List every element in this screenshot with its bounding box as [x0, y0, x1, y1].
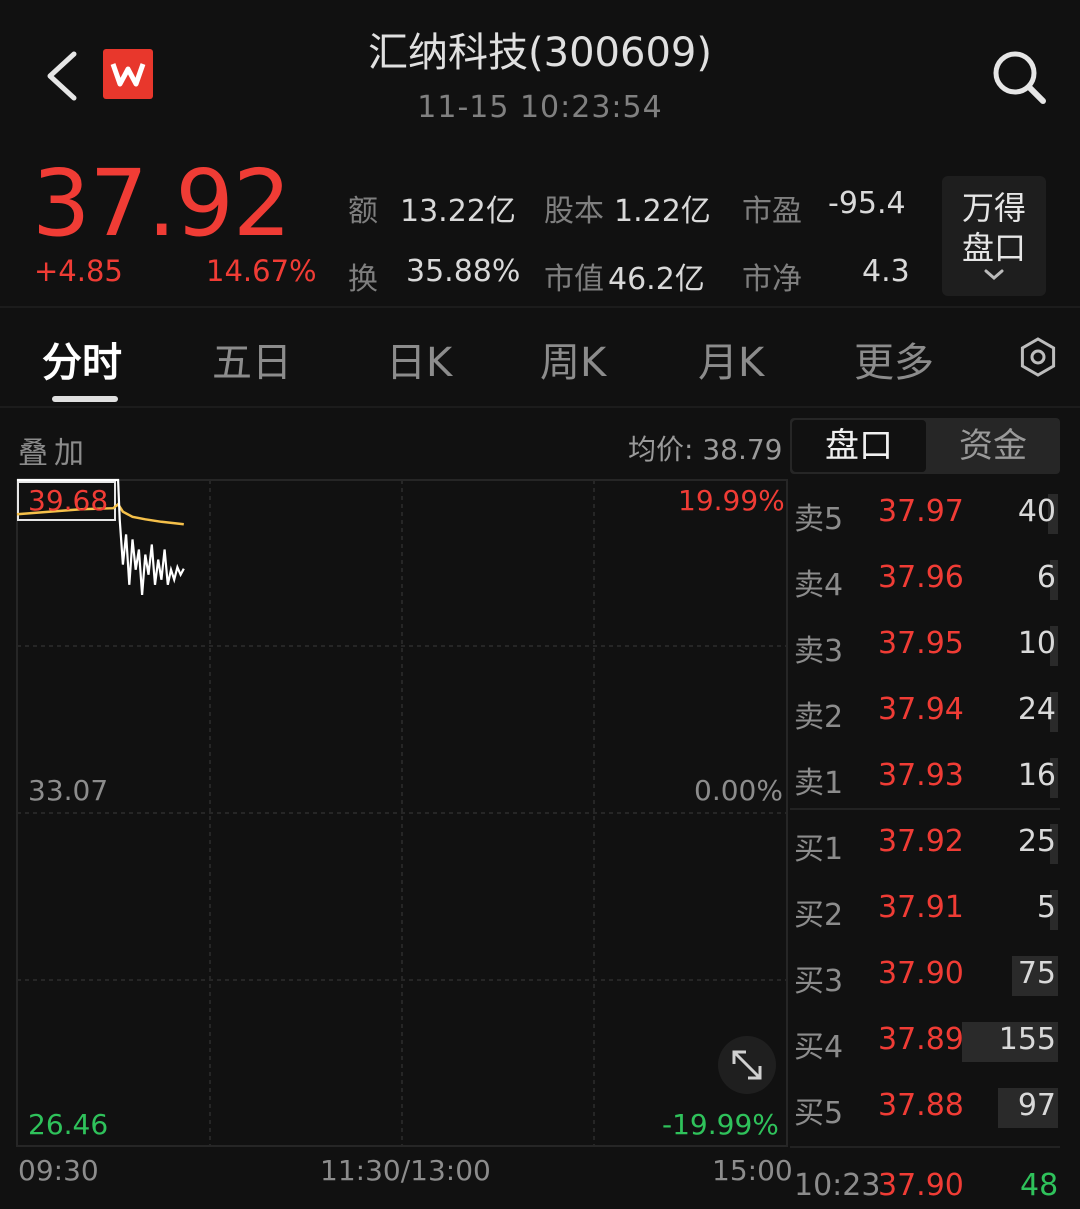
turnover-rate-value: 35.88%: [406, 254, 521, 289]
wande-orderbook-button[interactable]: 万得 盘口: [942, 176, 1046, 296]
settings-icon[interactable]: [1017, 336, 1059, 378]
turnover-rate-label: 换: [348, 262, 378, 297]
y-axis-min-pct: -19.99%: [662, 1108, 779, 1141]
orderbook-row[interactable]: 卖3 37.95 10: [790, 620, 1060, 670]
orderbook-level-label: 买2: [794, 898, 844, 933]
orderbook-row[interactable]: 卖4 37.96 6: [790, 554, 1060, 604]
price-change: +4.85: [34, 254, 123, 288]
turnover-amount-value: 13.22亿: [400, 194, 516, 229]
orderbook-volume: 97: [1017, 1088, 1056, 1123]
pe-ratio-value: -95.4: [828, 186, 906, 221]
orderbook-price: 37.93: [878, 758, 964, 793]
share-capital-value: 1.22亿: [614, 194, 711, 229]
orderbook-divider: [790, 808, 1060, 810]
y-axis-mid-pct: 0.00%: [694, 774, 783, 807]
quote-datetime: 11-15 10:23:54: [417, 90, 663, 125]
orderbook-row[interactable]: 买3 37.90 75: [790, 950, 1060, 1000]
orderbook-row[interactable]: 卖2 37.94 24: [790, 686, 1060, 736]
last-trade-price: 37.90: [878, 1168, 964, 1203]
orderbook-price: 37.89: [878, 1022, 964, 1057]
wind-logo-icon[interactable]: [103, 49, 153, 99]
tab-capital-flow[interactable]: 资金: [926, 418, 1060, 474]
wande-line1: 万得: [961, 189, 1026, 227]
orderbook-price: 37.97: [878, 494, 964, 529]
orderbook-row[interactable]: 买5 37.88 97: [790, 1082, 1060, 1132]
y-axis-max-price: 39.68: [28, 484, 109, 517]
orderbook-level-label: 买4: [794, 1030, 844, 1065]
tab-more[interactable]: 更多: [854, 330, 934, 388]
y-axis-min-price: 26.46: [28, 1108, 109, 1141]
orderbook-level-label: 卖2: [794, 700, 844, 735]
orderbook-level-label: 卖4: [794, 568, 844, 603]
active-tab-indicator: [52, 396, 118, 402]
tab-weekly-k[interactable]: 周K: [540, 330, 606, 388]
orderbook-price: 37.94: [878, 692, 964, 727]
pb-ratio-label: 市净: [742, 262, 802, 297]
orderbook-tabs: 盘口 资金: [790, 418, 1060, 474]
time-axis-mid: 11:30/13:00: [320, 1154, 491, 1187]
orderbook-volume: 5: [1036, 890, 1056, 925]
orderbook-divider: [790, 1146, 1060, 1148]
last-price: 37.92: [32, 150, 291, 257]
orderbook-level-label: 买5: [794, 1096, 844, 1131]
pe-ratio-label: 市盈: [742, 194, 802, 229]
orderbook-row[interactable]: 卖5 37.97 40: [790, 488, 1060, 538]
orderbook-volume: 25: [1017, 824, 1056, 859]
orderbook-volume: 10: [1017, 626, 1056, 661]
orderbook-row[interactable]: 卖1 37.93 16: [790, 752, 1060, 802]
market-cap-label: 市值: [544, 262, 604, 297]
overlay-button[interactable]: 叠加: [18, 428, 90, 472]
fullscreen-button[interactable]: [718, 1036, 776, 1094]
orderbook-row[interactable]: 买4 37.89 155: [790, 1016, 1060, 1066]
orderbook-volume: 6: [1036, 560, 1056, 595]
divider: [0, 406, 1080, 408]
orderbook-volume: 155: [998, 1022, 1056, 1057]
last-trade-time: 10:23: [794, 1168, 881, 1203]
last-trade-volume: 48: [1020, 1168, 1059, 1203]
orderbook-volume: 16: [1017, 758, 1056, 793]
divider: [0, 306, 1080, 308]
orderbook-level-label: 买1: [794, 832, 844, 867]
orderbook-price: 37.91: [878, 890, 964, 925]
market-cap-value: 46.2亿: [608, 262, 705, 297]
intraday-chart[interactable]: [0, 476, 790, 1152]
orderbook-price: 37.92: [878, 824, 964, 859]
stock-title: 汇纳科技(300609): [368, 30, 712, 76]
average-price-label: 均价: 38.79: [628, 433, 783, 466]
time-axis-end: 15:00: [712, 1154, 793, 1187]
chart-grid: [16, 479, 788, 1147]
orderbook-volume: 75: [1017, 956, 1056, 991]
tab-orderbook[interactable]: 盘口: [792, 420, 926, 472]
orderbook-price: 37.88: [878, 1088, 964, 1123]
expand-icon: [732, 1050, 762, 1080]
orderbook-level-label: 卖3: [794, 634, 844, 669]
orderbook-level-label: 买3: [794, 964, 844, 999]
orderbook-price: 37.96: [878, 560, 964, 595]
orderbook-row[interactable]: 买2 37.91 5: [790, 884, 1060, 934]
orderbook-price: 37.95: [878, 626, 964, 661]
y-axis-mid-price: 33.07: [28, 774, 109, 807]
chevron-left-icon[interactable]: [38, 48, 88, 104]
orderbook-row[interactable]: 买1 37.92 25: [790, 818, 1060, 868]
price-change-percent: 14.67%: [206, 254, 317, 288]
turnover-amount-label: 额: [348, 194, 378, 229]
tab-intraday[interactable]: 分时: [42, 330, 122, 388]
orderbook-volume: 40: [1017, 494, 1056, 529]
orderbook-volume: 24: [1017, 692, 1056, 727]
orderbook-level-label: 卖5: [794, 502, 844, 537]
chevron-down-icon: [984, 269, 1004, 280]
share-capital-label: 股本: [544, 194, 604, 229]
orderbook-price: 37.90: [878, 956, 964, 991]
tab-five-day[interactable]: 五日: [212, 330, 292, 388]
time-axis-start: 09:30: [18, 1154, 99, 1187]
wande-line2: 盘口: [961, 229, 1026, 267]
tab-monthly-k[interactable]: 月K: [698, 330, 764, 388]
search-icon[interactable]: [988, 46, 1050, 108]
y-axis-max-pct: 19.99%: [678, 484, 785, 517]
orderbook-level-label: 卖1: [794, 766, 844, 801]
tab-daily-k[interactable]: 日K: [386, 330, 452, 388]
pb-ratio-value: 4.3: [862, 254, 910, 289]
